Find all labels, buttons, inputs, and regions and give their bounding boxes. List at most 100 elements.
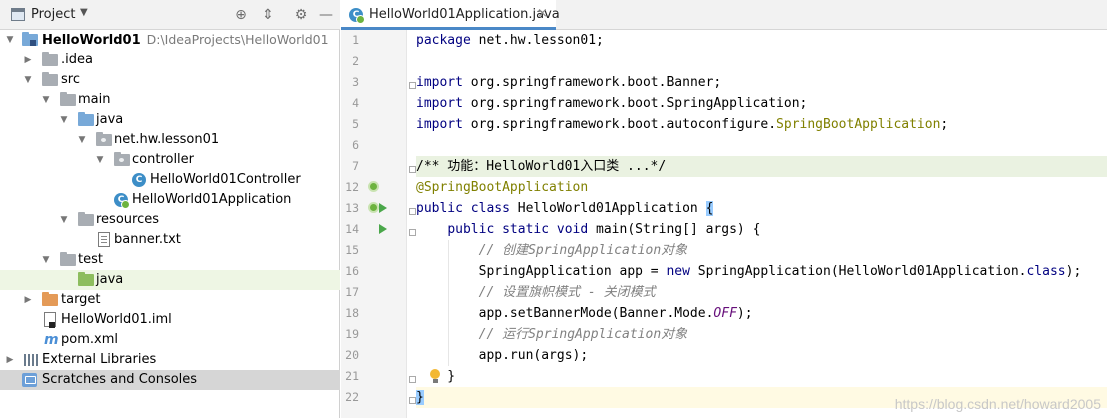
code-token: org.springframework.boot.SpringApplicati… [462, 96, 808, 111]
target-icon[interactable]: ⊕ [231, 5, 251, 25]
line-number: 2 [352, 54, 359, 68]
tree-item-label: src [61, 72, 80, 87]
tree-item-label: test [78, 252, 103, 267]
fold-marker-icon[interactable] [409, 82, 416, 89]
tree-item-idea[interactable]: ▶ .idea [0, 50, 340, 70]
code-line: public static void main(String[] args) { [416, 219, 1107, 240]
tree-item-label: HelloWorld01.iml [61, 312, 172, 327]
tree-item-helloworld01[interactable]: ▼ HelloWorld01 D:\IdeaProjects\HelloWorld… [0, 30, 340, 50]
test-folder-icon [78, 272, 94, 286]
tree-item-label: controller [132, 152, 195, 167]
tree-item-label: HelloWorld01Controller [150, 172, 301, 187]
collapsed-arrow-icon[interactable]: ▶ [22, 290, 34, 310]
lightbulb-icon[interactable] [429, 369, 441, 384]
expand-arrow-icon[interactable]: ▼ [22, 70, 34, 90]
tab-label: HelloWorld01Application.java [369, 7, 560, 22]
code-token: ; [940, 117, 949, 132]
expand-arrow-icon[interactable]: ▼ [94, 150, 106, 170]
tree-item-controller-class[interactable]: C HelloWorld01Controller [0, 170, 340, 190]
code-editor: C HelloWorld01Application.java × 1 2 3 4… [341, 0, 1107, 418]
tree-item-scratches[interactable]: Scratches and Consoles [0, 370, 340, 390]
line-number: 14 [345, 222, 359, 236]
code-token: class [1026, 264, 1066, 279]
package-icon [96, 132, 112, 146]
fold-marker-icon[interactable] [409, 166, 416, 173]
expand-arrow-icon[interactable]: ▼ [40, 90, 52, 110]
fold-marker-icon[interactable] [409, 208, 416, 215]
tree-item-external-libraries[interactable]: ▶ External Libraries [0, 350, 340, 370]
tree-item-iml[interactable]: HelloWorld01.iml [0, 310, 340, 330]
tree-item-package[interactable]: ▼ net.hw.lesson01 [0, 130, 340, 150]
tree-item-java[interactable]: ▼ java [0, 110, 340, 130]
excluded-folder-icon [42, 292, 58, 306]
line-number: 5 [352, 117, 359, 131]
expand-arrow-icon[interactable]: ▼ [76, 130, 88, 150]
code-line: import org.springframework.boot.autoconf… [416, 114, 1107, 135]
code-token: SpringApplication(HelloWorld01Applicatio… [689, 264, 1027, 279]
spring-bean-icon[interactable] [368, 202, 379, 213]
line-number: 1 [352, 33, 359, 47]
tree-item-label: net.hw.lesson01 [114, 132, 220, 147]
tree-item-banner-txt[interactable]: banner.txt [0, 230, 340, 250]
expand-arrow-icon[interactable]: ▼ [40, 250, 52, 270]
scratches-icon [22, 373, 37, 387]
tree-item-controller[interactable]: ▼ controller [0, 150, 340, 170]
fold-marker-icon[interactable] [409, 229, 416, 236]
code-line: @SpringBootApplication [416, 177, 1107, 198]
indent-guide [448, 345, 449, 366]
triangle-down-icon[interactable]: ▼ [80, 7, 88, 18]
run-icon[interactable] [379, 224, 387, 234]
line-number: 19 [345, 327, 359, 341]
project-panel-header: Project ▼ ⊕ ⇕ ⚙ — [0, 0, 340, 30]
indent-guide [448, 324, 449, 345]
code-token: ); [736, 306, 753, 321]
code-area[interactable]: package net.hw.lesson01; import org.spri… [416, 30, 1107, 418]
tree-item-pom[interactable]: m pom.xml [0, 330, 340, 350]
collapse-icon[interactable]: ⇕ [258, 5, 278, 25]
tree-item-target[interactable]: ▶ target [0, 290, 340, 310]
folder-icon [42, 72, 58, 86]
collapsed-arrow-icon[interactable]: ▶ [22, 50, 34, 70]
tree-item-application-class[interactable]: C HelloWorld01Application [0, 190, 340, 210]
fold-marker-icon[interactable] [409, 397, 416, 404]
minimize-icon[interactable]: — [316, 5, 336, 25]
line-number: 7 [352, 159, 359, 173]
code-token: public static void [447, 222, 589, 237]
code-token: HelloWorld01Application [509, 201, 706, 216]
expand-arrow-icon[interactable]: ▼ [58, 110, 70, 130]
resources-folder-icon [78, 212, 94, 226]
line-number: 3 [352, 75, 359, 89]
folded-doc-comment[interactable]: /** 功能：HelloWorld01入口类 ...*/ [416, 159, 666, 174]
collapsed-arrow-icon[interactable]: ▶ [4, 350, 16, 370]
code-token: org.springframework.boot.Banner; [462, 75, 722, 90]
code-line: // 运行SpringApplication对象 [416, 324, 1107, 345]
tree-item-main[interactable]: ▼ main [0, 90, 340, 110]
project-tool-window: Project ▼ ⊕ ⇕ ⚙ — ▼ HelloWorld01 D:\IdeaP… [0, 0, 340, 418]
tree-item-label: resources [96, 212, 160, 227]
code-token: OFF [713, 306, 737, 321]
editor-gutter[interactable]: 1 2 3 4 5 6 7 12 13 14 15 16 17 18 19 20… [341, 30, 416, 418]
tree-item-label: java [96, 112, 124, 127]
gear-icon[interactable]: ⚙ [291, 5, 311, 25]
tab-helloworld01application[interactable]: C HelloWorld01Application.java × [341, 0, 560, 30]
tree-item-src[interactable]: ▼ src [0, 70, 340, 90]
code-token: import [416, 75, 463, 90]
tree-item-resources[interactable]: ▼ resources [0, 210, 340, 230]
code-line: app.setBannerMode(Banner.Mode.OFF); [416, 303, 1107, 324]
code-token: main(String[] args) { [588, 222, 761, 237]
run-icon[interactable] [379, 203, 387, 213]
spring-boot-class-icon: C [114, 193, 130, 209]
code-line: // 创建SpringApplication对象 [416, 240, 1107, 261]
code-token: SpringBootApplication [776, 117, 941, 132]
spring-bean-icon[interactable] [368, 181, 379, 192]
expand-arrow-icon[interactable]: ▼ [4, 30, 16, 50]
expand-arrow-icon[interactable]: ▼ [58, 210, 70, 230]
fold-marker-icon[interactable] [409, 376, 416, 383]
close-icon[interactable]: × [537, 6, 548, 21]
tree-item-test[interactable]: ▼ test [0, 250, 340, 270]
matched-brace: } [416, 390, 424, 405]
tree-item-label: java [96, 272, 124, 287]
code-line: /** 功能：HelloWorld01入口类 ...*/ [416, 156, 1107, 177]
project-view-selector[interactable]: Project [31, 7, 75, 22]
tree-item-test-java[interactable]: java [0, 270, 340, 290]
